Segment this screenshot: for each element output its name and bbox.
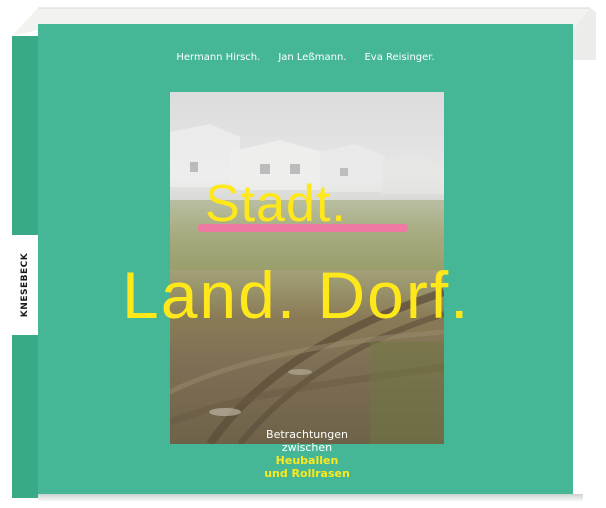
author-name: Eva Reisinger.	[364, 52, 435, 63]
subtitle-line: und Rollrasen	[264, 467, 350, 480]
spine-publisher-text: KNESEBECK	[20, 252, 30, 318]
book-title: Land. Dorf.	[122, 258, 471, 332]
author-name: Jan Leßmann.	[278, 52, 347, 63]
subtitle-line: Betrachtungen	[266, 428, 348, 441]
book-cover: KNESEBECK Hermann Hirsch. Jan Leßmann. E…	[0, 0, 606, 508]
strikethrough-bar	[198, 224, 408, 232]
author-line: Hermann Hirsch. Jan Leßmann. Eva Reising…	[38, 52, 573, 63]
struck-title-word: Stadt.	[205, 175, 347, 233]
subtitle-line: Heuballen	[275, 454, 339, 467]
author-name: Hermann Hirsch.	[176, 52, 261, 63]
spine-publisher-label: KNESEBECK	[12, 235, 38, 335]
subtitle-line: zwischen	[281, 441, 333, 454]
book-subtitle: Betrachtungen zwischen Heuballen und Rol…	[170, 428, 444, 480]
book-shadow	[38, 494, 583, 502]
